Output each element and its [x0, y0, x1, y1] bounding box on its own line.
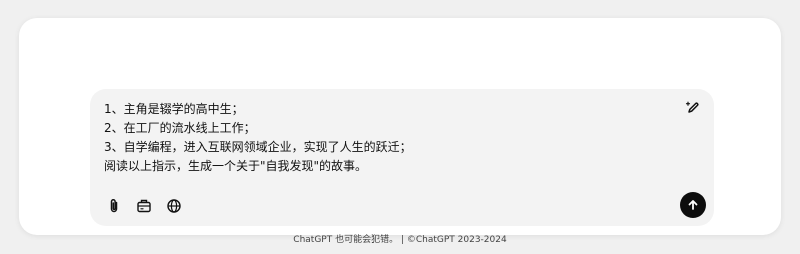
footer-disclaimer: ChatGPT 也可能会犯错。 | ©ChatGPT 2023-2024	[293, 235, 507, 245]
tools-button[interactable]	[134, 196, 154, 216]
web-search-button[interactable]	[164, 196, 184, 216]
briefcase-icon	[137, 199, 151, 213]
prompt-line-2: 2、在工厂的流水线上工作；	[104, 121, 256, 135]
prompt-composer[interactable]: 1、主角是辍学的高中生； 2、在工厂的流水线上工作； 3、自学编程，进入互联网领…	[90, 89, 714, 226]
prompt-line-3: 3、自学编程，进入互联网领域企业，实现了人生的跃迁；	[104, 140, 412, 154]
prompt-text[interactable]: 1、主角是辍学的高中生； 2、在工厂的流水线上工作； 3、自学编程，进入互联网领…	[104, 100, 664, 176]
arrow-up-icon	[688, 200, 698, 210]
send-button[interactable]	[680, 192, 706, 218]
attach-button[interactable]	[104, 196, 124, 216]
pencil-sparkle-icon	[685, 101, 699, 113]
globe-icon	[167, 199, 181, 213]
edit-prompt-button[interactable]	[684, 99, 702, 117]
prompt-line-1: 1、主角是辍学的高中生；	[104, 102, 244, 116]
composer-toolbar	[104, 196, 184, 216]
chat-card: 1、主角是辍学的高中生； 2、在工厂的流水线上工作； 3、自学编程，进入互联网领…	[19, 18, 781, 245]
prompt-line-4: 阅读以上指示，生成一个关于"自我发现"的故事。	[104, 159, 368, 173]
paperclip-icon	[110, 198, 118, 213]
